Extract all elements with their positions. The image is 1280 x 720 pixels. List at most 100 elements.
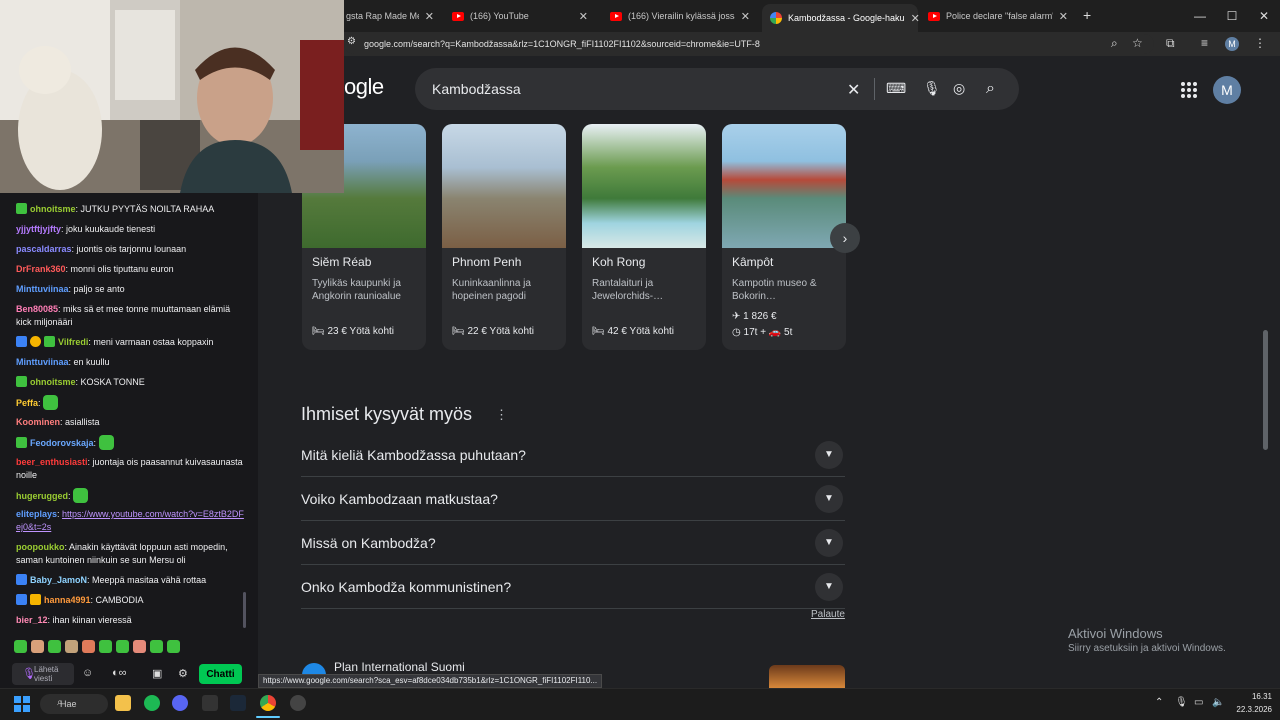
media-icon[interactable]: ≡ — [1201, 36, 1208, 50]
chat-message: Koominen: asiallista — [16, 417, 100, 427]
page-scrollbar[interactable] — [1263, 330, 1268, 450]
result-site-name[interactable]: Plan International Suomi — [334, 660, 465, 674]
search-icon[interactable]: ⌕ — [986, 80, 995, 98]
more-options-icon[interactable]: ⋮ — [495, 407, 508, 423]
close-icon[interactable]: ✕ — [741, 10, 750, 23]
tab-youtube-2[interactable]: (166) YouTube ✕ — [444, 4, 596, 28]
tab-youtube-1[interactable]: gsta Rap Made Me D ✕ — [338, 4, 442, 28]
emote-icon[interactable] — [116, 640, 129, 653]
maximize-icon[interactable]: ☐ — [1216, 0, 1248, 32]
emote-icon[interactable] — [48, 640, 61, 653]
chrome-icon[interactable] — [260, 695, 276, 711]
x-app-icon[interactable] — [202, 695, 218, 711]
steam-icon[interactable] — [230, 695, 246, 711]
file-explorer-icon[interactable] — [115, 695, 131, 711]
clear-search-icon[interactable]: ✕ — [847, 80, 860, 100]
question-row[interactable]: Missä on Kambodža? ▼ — [301, 521, 845, 565]
spotify-icon[interactable] — [144, 695, 160, 711]
feedback-link[interactable]: Palaute — [811, 609, 845, 620]
minimize-icon[interactable]: — — [1184, 0, 1216, 32]
taskbar-search[interactable]: Hae — [40, 694, 108, 714]
destination-name: Koh Rong — [592, 255, 646, 269]
microphone-tray-icon[interactable]: 🎙 — [1175, 697, 1188, 708]
chevron-down-icon[interactable]: ▼ — [815, 572, 843, 601]
taskbar-time[interactable]: 16.31 — [1244, 692, 1272, 701]
channel-points-icon[interactable]: ◐∞ — [112, 667, 127, 679]
site-settings-icon[interactable]: ⚙ — [347, 36, 356, 47]
chevron-down-icon[interactable]: ▼ — [815, 440, 843, 469]
question-row[interactable]: Onko Kambodža kommunistinen? ▼ — [301, 565, 845, 609]
tab-title: (166) Vierailin kylässä jossa syö — [628, 11, 735, 21]
active-app-indicator — [256, 716, 280, 718]
close-icon[interactable]: ✕ — [579, 10, 588, 23]
lens-icon[interactable]: ◎ — [953, 80, 965, 97]
tab-title: gsta Rap Made Me D — [346, 11, 419, 21]
google-profile-avatar[interactable]: M — [1213, 76, 1241, 104]
result-thumbnail[interactable] — [769, 665, 845, 688]
chat-scrollbar[interactable] — [243, 592, 246, 628]
question-row[interactable]: Voiko Kambodzaan matkustaa? ▼ — [301, 477, 845, 521]
chevron-down-icon[interactable]: ▼ — [815, 528, 843, 557]
tab-youtube-3[interactable]: (166) Vierailin kylässä jossa syö ✕ — [602, 4, 758, 28]
more-menu-icon[interactable]: ⋮ — [1254, 36, 1266, 50]
emote-icon[interactable] — [65, 640, 78, 653]
chat-message: Peffa: — [16, 395, 244, 410]
close-icon[interactable]: ✕ — [911, 12, 920, 25]
emote-icon[interactable] — [31, 640, 44, 653]
microphone-icon[interactable]: 🎙 — [923, 80, 941, 97]
address-bar[interactable]: google.com/search?q=Kambodžassa&rlz=1C1O… — [344, 34, 1154, 54]
windows-start-icon[interactable] — [14, 696, 30, 712]
people-also-ask-heading: Ihmiset kysyvät myös — [301, 404, 473, 424]
travel-time: ◷ 17t + 🚗 5t — [732, 327, 793, 338]
destination-name: Phnom Penh — [452, 255, 522, 269]
volume-icon[interactable]: 🔈 — [1212, 697, 1224, 708]
microphone-icon[interactable]: 🎙 — [22, 667, 36, 680]
youtube-icon — [452, 11, 464, 21]
close-window-icon[interactable]: ✕ — [1248, 0, 1280, 32]
close-icon[interactable]: ✕ — [1059, 10, 1068, 23]
chevron-right-icon: › — [842, 230, 848, 246]
google-logo[interactable]: ogle — [344, 74, 384, 100]
badge-icon — [16, 203, 27, 214]
chat-send-button[interactable]: Chatti — [199, 664, 242, 684]
tab-google-search[interactable]: Kambodžassa - Google-haku ✕ — [762, 4, 920, 32]
carousel-next-button[interactable]: › — [830, 223, 860, 253]
bookmark-star-icon[interactable]: ☆ — [1132, 36, 1143, 50]
emote-icon[interactable] — [133, 640, 146, 653]
chat-message: ohnoitsme: JUTKU PYYTÄS NOILTA RAHAA — [16, 203, 244, 216]
extensions-icon[interactable]: ⧉ — [1166, 36, 1175, 51]
question-row[interactable]: Mitä kieliä Kambodžassa puhutaan? ▼ — [301, 433, 845, 477]
destination-card[interactable]: Kâmpôt Kampotin museo & Bokorin… ✈ 1 826… — [722, 124, 846, 350]
window-controls: — ☐ ✕ — [1184, 0, 1280, 32]
destination-price: 🛏 22 € Yötä kohti — [452, 326, 535, 337]
chevron-down-icon[interactable]: ▼ — [815, 484, 843, 513]
emote-icon[interactable] — [150, 640, 163, 653]
tray-chevron-icon[interactable]: ⌃ — [1155, 697, 1163, 708]
apps-grid-icon[interactable] — [1181, 82, 1197, 98]
new-tab-icon[interactable]: + — [1083, 7, 1091, 23]
obs-icon[interactable] — [290, 695, 306, 711]
windows-taskbar — [0, 688, 1280, 720]
tab-youtube-4[interactable]: Police declare "false alarm" as a ✕ — [920, 4, 1076, 28]
close-icon[interactable]: ✕ — [425, 10, 434, 23]
settings-gear-icon[interactable]: ⚙ — [178, 667, 188, 680]
store-icon[interactable]: ▣ — [152, 667, 162, 680]
chat-message: poopoukko: Ainakin käyttävät loppuun ast… — [16, 542, 228, 565]
zoom-icon[interactable]: ⌕ — [1111, 36, 1118, 51]
discord-icon[interactable] — [172, 695, 188, 711]
emote-icon[interactable] — [167, 640, 180, 653]
taskbar-date[interactable]: 22.3.2026 — [1232, 705, 1272, 714]
tab-title: Police declare "false alarm" as a — [946, 11, 1053, 21]
badge-icon — [30, 336, 41, 347]
emoji-icon[interactable]: ☺ — [82, 667, 93, 679]
emote-icon[interactable] — [99, 640, 112, 653]
keyboard-icon[interactable]: ⌨ — [886, 80, 906, 97]
destination-card[interactable]: Koh Rong Rantalaituri ja Jewelorchids-… … — [582, 124, 706, 350]
network-icon[interactable]: ▭ — [1194, 697, 1203, 708]
emote-icon[interactable] — [82, 640, 95, 653]
emote-icon[interactable] — [14, 640, 27, 653]
chat-message: DrFrank360: monni olis tiputtanu euron — [16, 264, 174, 274]
emote-icon — [43, 395, 59, 410]
destination-card[interactable]: Phnom Penh Kuninkaanlinna ja hopeinen pa… — [442, 124, 566, 350]
browser-profile-avatar[interactable]: M — [1225, 37, 1239, 51]
